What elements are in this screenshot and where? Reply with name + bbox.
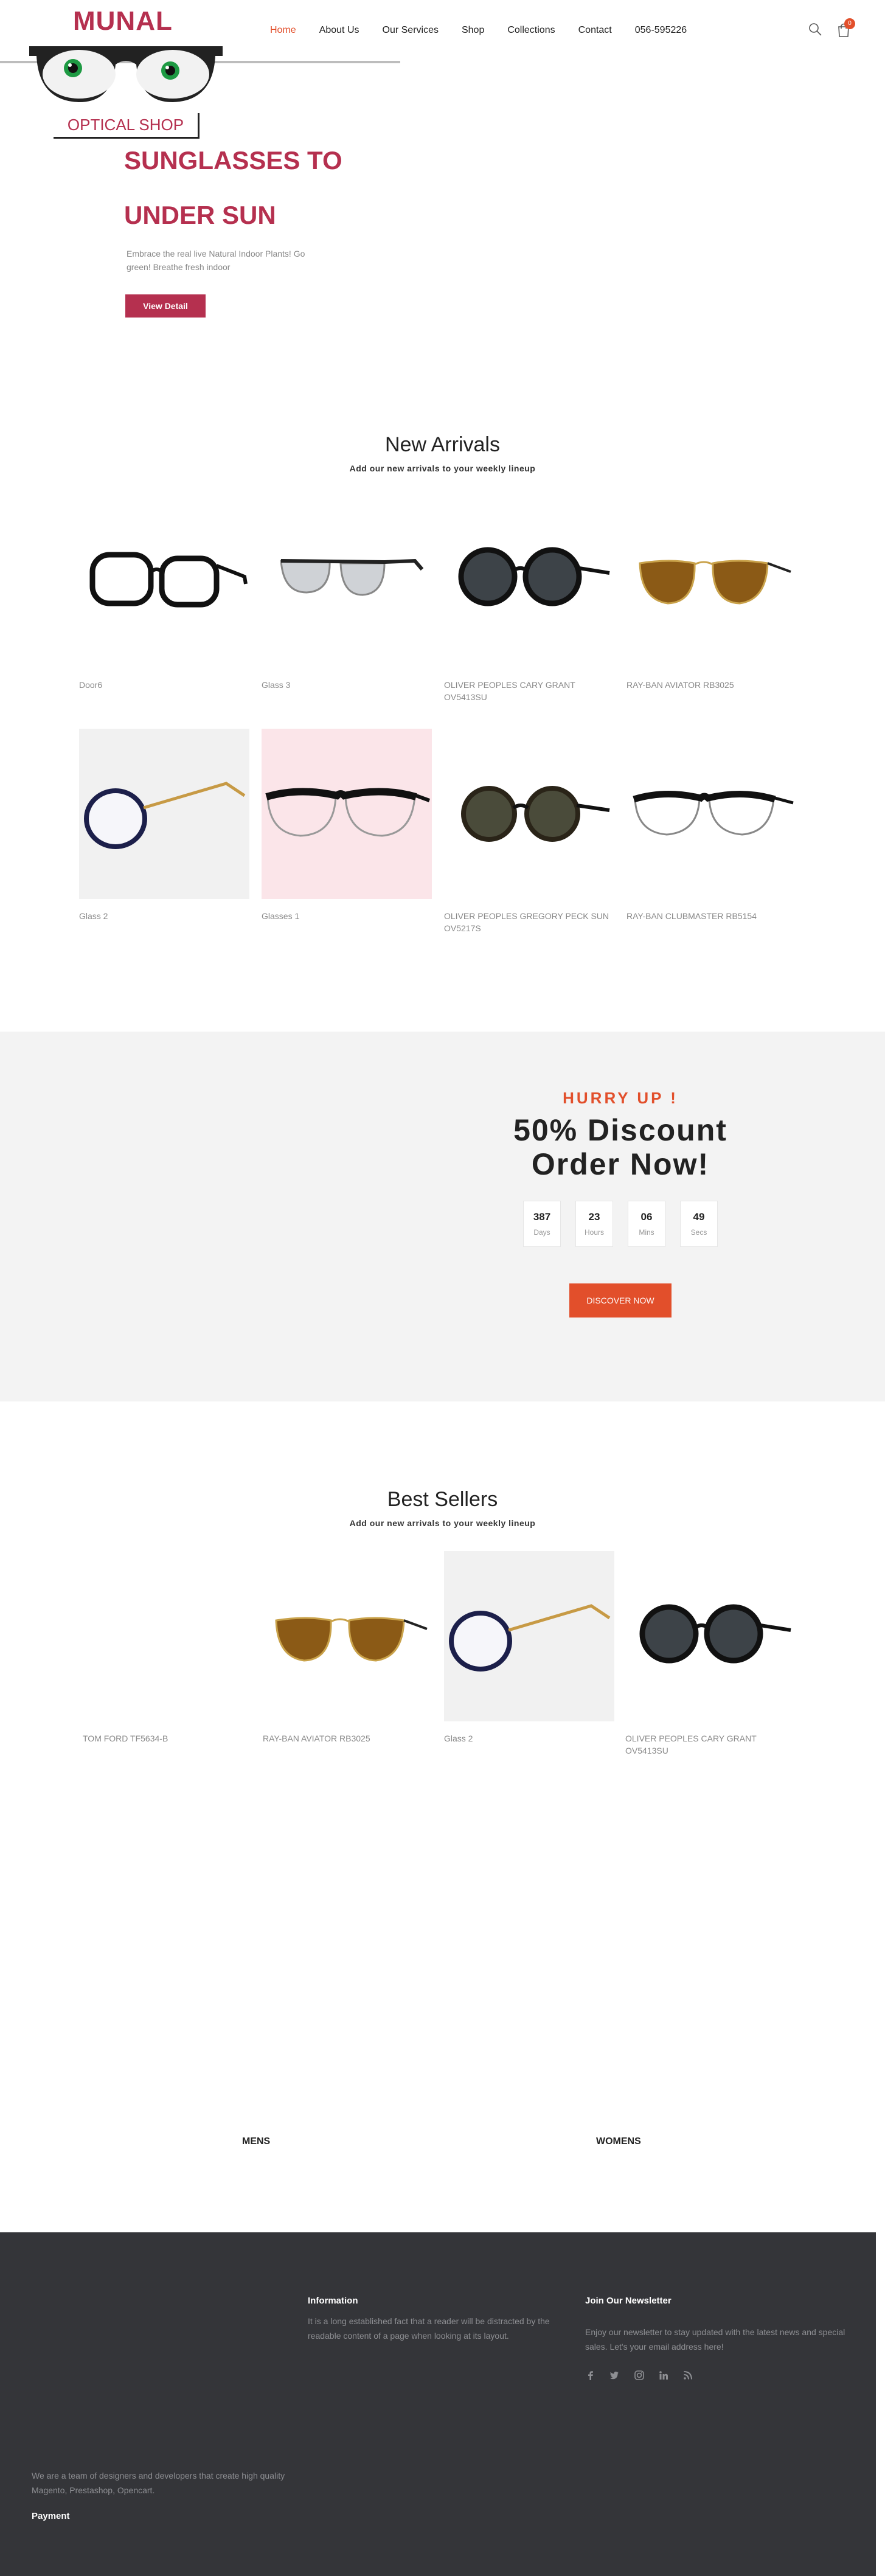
product-image[interactable] xyxy=(79,494,249,664)
countdown-days: 387 Days xyxy=(523,1201,561,1247)
product-image[interactable] xyxy=(444,1551,614,1721)
nav-item-shop[interactable]: Shop xyxy=(462,23,484,38)
eyeglasses-icon xyxy=(84,782,246,849)
sunglasses-icon xyxy=(639,1604,791,1664)
rss-icon[interactable] xyxy=(682,2370,693,2381)
countdown-secs: 49 Secs xyxy=(680,1201,718,1247)
product-image[interactable] xyxy=(79,729,249,899)
linkedin-icon[interactable] xyxy=(658,2370,669,2381)
product-name[interactable]: Door6 xyxy=(79,679,255,691)
best-sellers-subtitle: Add our new arrivals to your weekly line… xyxy=(349,1518,536,1528)
category-womens[interactable]: WOMENS xyxy=(596,2136,641,2147)
eyeglasses-icon xyxy=(449,1604,611,1672)
product-image[interactable] xyxy=(262,729,432,899)
search-icon[interactable] xyxy=(808,22,822,36)
twitter-icon[interactable] xyxy=(609,2370,620,2381)
product-image[interactable] xyxy=(444,729,614,899)
countdown-label: Days xyxy=(533,1228,550,1237)
logo-wordmark[interactable]: MUNAL xyxy=(73,6,173,36)
category-mens[interactable]: MENS xyxy=(242,2136,270,2147)
glasses-logo-icon xyxy=(29,46,223,102)
sunglasses-icon xyxy=(280,558,424,596)
nav-item-contact[interactable]: Contact xyxy=(578,23,612,38)
discount-title: 50% Discount Order Now! xyxy=(474,1113,766,1181)
footer xyxy=(0,2232,876,2576)
discover-now-button[interactable]: DISCOVER NOW xyxy=(569,1283,672,1318)
facebook-icon[interactable] xyxy=(585,2370,596,2381)
discount-title-line1: 50% Discount xyxy=(513,1113,727,1147)
view-detail-button[interactable]: View Detail xyxy=(125,294,206,318)
countdown-label: Hours xyxy=(584,1228,604,1237)
countdown-value: 23 xyxy=(588,1211,600,1223)
nav-item-about[interactable]: About Us xyxy=(319,23,359,38)
hero-title-line2: UNDER SUN xyxy=(124,201,276,229)
countdown-value: 387 xyxy=(533,1211,551,1223)
nav-item-home[interactable]: Home xyxy=(270,23,296,38)
eyeglasses-icon xyxy=(633,790,794,836)
countdown-hours: 23 Hours xyxy=(575,1201,613,1247)
discount-title-line2: Order Now! xyxy=(531,1147,710,1181)
countdown-value: 06 xyxy=(640,1211,653,1223)
aviator-sunglasses-icon xyxy=(639,560,791,605)
hero-description: Embrace the real live Natural Indoor Pla… xyxy=(127,249,305,272)
new-arrivals-title: New Arrivals xyxy=(385,433,500,456)
product-image[interactable] xyxy=(444,494,614,664)
instagram-icon[interactable] xyxy=(634,2370,645,2381)
footer-about-text: We are a team of designers and developer… xyxy=(32,2471,285,2495)
cart-count-badge: 0 xyxy=(844,18,855,29)
product-image[interactable] xyxy=(625,1551,796,1721)
eyeglasses-icon xyxy=(265,788,431,837)
nav-item-services[interactable]: Our Services xyxy=(383,23,439,38)
discount-section xyxy=(0,1032,885,1401)
best-sellers-title: Best Sellers xyxy=(387,1488,498,1511)
product-image[interactable] xyxy=(262,494,432,664)
countdown-label: Secs xyxy=(690,1228,707,1237)
product-name[interactable]: Glass 2 xyxy=(79,910,255,922)
footer-payment-title: Payment xyxy=(32,2511,70,2521)
product-name[interactable]: Glasses 1 xyxy=(262,910,438,922)
footer-newsletter-title: Join Our Newsletter xyxy=(585,2296,672,2306)
product-name[interactable]: OLIVER PEOPLES CARY GRANT OV5413SU xyxy=(444,679,620,703)
product-image[interactable] xyxy=(626,729,797,899)
product-name[interactable]: Glass 2 xyxy=(444,1732,620,1745)
nav-phone[interactable]: 056-595226 xyxy=(635,23,687,38)
sunglasses-icon xyxy=(461,786,610,842)
product-name[interactable]: RAY-BAN AVIATOR RB3025 xyxy=(263,1732,439,1745)
countdown-value: 49 xyxy=(693,1211,705,1223)
footer-newsletter-text: Enjoy our newsletter to stay updated wit… xyxy=(585,2327,845,2352)
hurry-label: HURRY UP ! xyxy=(563,1089,678,1107)
new-arrivals-subtitle: Add our new arrivals to your weekly line… xyxy=(349,463,536,473)
countdown-mins: 06 Mins xyxy=(628,1201,665,1247)
nav-item-collections[interactable]: Collections xyxy=(507,23,555,38)
main-nav: Home About Us Our Services Shop Collecti… xyxy=(270,23,710,38)
logo-tagline: OPTICAL SHOP xyxy=(54,113,200,139)
eyeglasses-icon xyxy=(89,552,248,608)
product-name[interactable]: Glass 3 xyxy=(262,679,438,691)
product-name[interactable]: RAY-BAN CLUBMASTER RB5154 xyxy=(626,910,803,922)
product-image[interactable] xyxy=(626,494,797,664)
product-name[interactable]: OLIVER PEOPLES GREGORY PECK SUN OV5217S xyxy=(444,910,614,934)
product-name[interactable]: RAY-BAN AVIATOR RB3025 xyxy=(626,679,803,691)
product-name[interactable]: TOM FORD TF5634-B xyxy=(83,1732,259,1745)
product-name[interactable]: OLIVER PEOPLES CARY GRANT OV5413SU xyxy=(625,1732,802,1757)
aviator-sunglasses-icon xyxy=(275,1617,428,1662)
countdown-label: Mins xyxy=(639,1228,654,1237)
footer-information-text: It is a long established fact that a rea… xyxy=(308,2316,550,2341)
sunglasses-icon xyxy=(458,547,610,606)
product-image[interactable] xyxy=(263,1551,433,1721)
hero-title-line1: SUNGLASSES TO xyxy=(124,146,342,175)
footer-information-title: Information xyxy=(308,2296,358,2306)
product-image[interactable] xyxy=(83,1551,253,1721)
